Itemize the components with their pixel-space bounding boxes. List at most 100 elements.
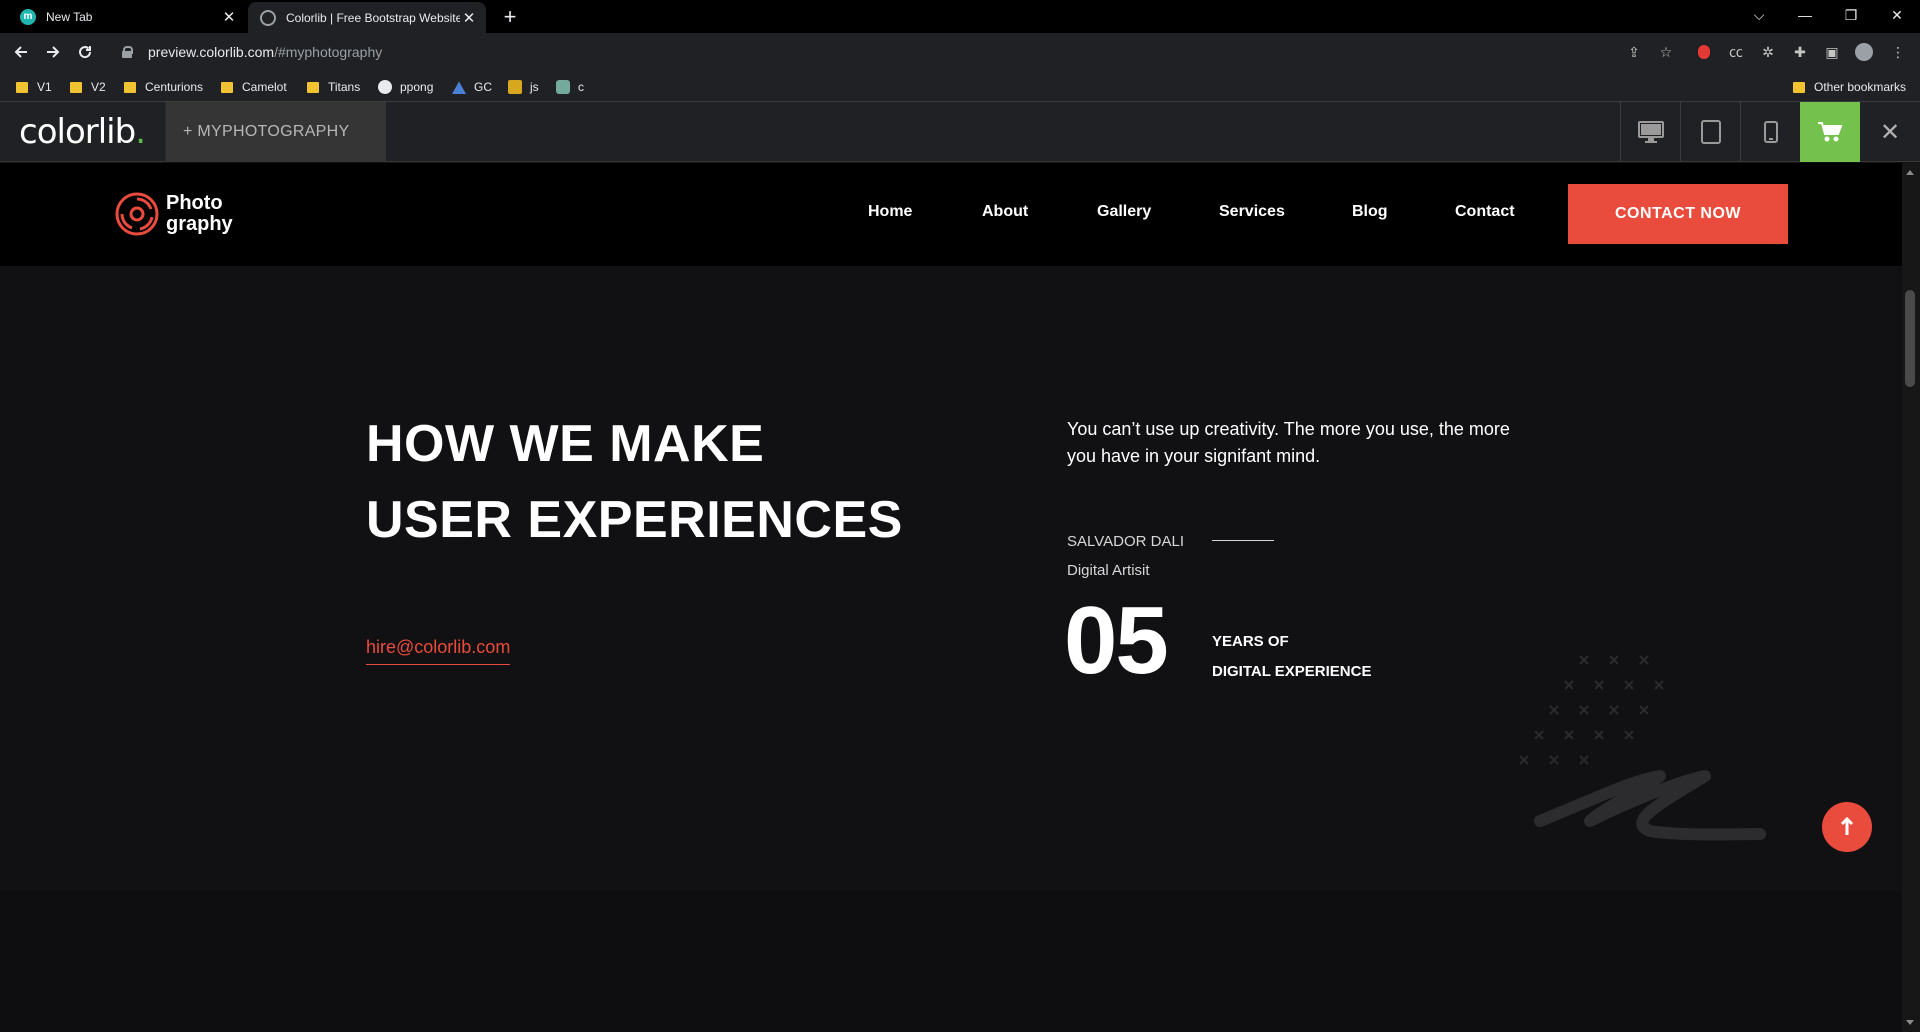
nav-about[interactable]: About	[982, 203, 1028, 221]
bookmark-label: V1	[37, 80, 52, 94]
bookmark-label: ppong	[400, 80, 434, 94]
globe-icon	[260, 9, 276, 26]
bookmark-camelot[interactable]: Camelot	[221, 78, 287, 96]
lock-icon	[122, 46, 133, 58]
nav-contact[interactable]: Contact	[1455, 203, 1515, 221]
logo-line-2: graphy	[166, 213, 233, 235]
cart-icon	[1818, 122, 1843, 142]
globe-icon	[378, 80, 392, 94]
logo-line-1: Photo	[166, 192, 223, 214]
m-icon: m	[20, 8, 36, 25]
desktop-icon	[1637, 121, 1664, 143]
puzzle-icon[interactable]: ✚	[1790, 42, 1810, 62]
other-bookmarks[interactable]: Other bookmarks	[1793, 78, 1906, 96]
extension-red-icon[interactable]	[1694, 42, 1714, 62]
mobile-view-button[interactable]	[1740, 102, 1800, 162]
quote-author: SALVADOR DALI	[1067, 533, 1184, 550]
bookmark-v1[interactable]: V1	[16, 78, 52, 96]
close-icon[interactable]: ✕	[220, 8, 238, 26]
share-icon[interactable]: ⇪	[1624, 42, 1644, 62]
new-tab-button[interactable]: +	[498, 4, 522, 30]
close-icon[interactable]: ✕	[460, 9, 478, 27]
address-bar[interactable]: preview.colorlib.com/#myphotography	[108, 37, 1704, 67]
back-button[interactable]	[8, 39, 34, 65]
scrollbar-thumb[interactable]	[1905, 290, 1915, 387]
scroll-up-arrow-icon[interactable]	[1906, 170, 1914, 175]
profile-avatar-icon[interactable]	[1854, 42, 1874, 62]
tablet-icon	[1700, 120, 1721, 144]
quote-text: You can’t use up creativity. The more yo…	[1067, 419, 1510, 466]
bookmark-label: c	[578, 80, 584, 94]
section-headline: HOW WE MAKE USER EXPERIENCES	[366, 406, 903, 558]
bookmark-label: js	[530, 80, 539, 94]
extension-gear-icon[interactable]: ✲	[1758, 42, 1778, 62]
bookmark-label: Centurions	[145, 80, 204, 94]
logo-dot: .	[135, 112, 146, 152]
reload-icon	[79, 46, 92, 59]
nav-gallery[interactable]: Gallery	[1097, 203, 1151, 221]
folder-icon	[221, 81, 233, 93]
minimize-button[interactable]: —	[1782, 0, 1828, 30]
tab-title: Colorlib | Free Bootstrap Website	[286, 10, 460, 25]
bookmark-titans[interactable]: Titans	[307, 78, 360, 96]
theme-name[interactable]: + MYPHOTOGRAPHY	[183, 123, 349, 141]
window-close-button[interactable]: ✕	[1874, 0, 1920, 30]
hire-email-link[interactable]: hire@colorlib.com	[366, 637, 511, 665]
site-logo[interactable]: Photo graphy	[114, 191, 233, 237]
decorative-scribble-icon	[1519, 655, 1766, 841]
forward-button[interactable]	[40, 39, 66, 65]
aperture-logo-icon	[115, 192, 159, 236]
bookmark-label: Other bookmarks	[1814, 80, 1907, 94]
menu-kebab-icon[interactable]: ⋮	[1888, 42, 1908, 62]
scroll-down-arrow-icon[interactable]	[1906, 1020, 1914, 1025]
reload-button[interactable]	[72, 39, 98, 65]
bookmark-ppong[interactable]: ppong	[378, 78, 433, 96]
tablet-view-button[interactable]	[1680, 102, 1740, 162]
nav-blog[interactable]: Blog	[1352, 203, 1388, 221]
star-icon[interactable]: ☆	[1656, 42, 1676, 62]
bookmark-label: Titans	[328, 80, 361, 94]
tab-colorlib[interactable]: Colorlib | Free Bootstrap Website ✕	[248, 2, 486, 33]
next-section	[0, 891, 1902, 1032]
desktop-view-button[interactable]	[1620, 102, 1680, 162]
site-header: Photo graphy Home About Gallery Services…	[0, 163, 1902, 266]
close-preview-icon[interactable]: ✕	[1860, 102, 1920, 162]
extension-cc-icon[interactable]: ㏄	[1726, 42, 1746, 62]
colorlib-preview-bar: colorlib. + MYPHOTOGRAPHY ✕	[0, 102, 1920, 162]
browser-tab-bar: m New Tab ✕ Colorlib | Free Bootstrap We…	[0, 0, 1920, 33]
arrow-right-icon	[47, 46, 60, 58]
author-role: Digital Artisit	[1067, 562, 1150, 579]
tab-new-tab[interactable]: m New Tab ✕	[10, 0, 246, 33]
side-panel-icon[interactable]: ▣	[1822, 42, 1842, 62]
url-path: /#myphotography	[274, 44, 383, 60]
contact-now-button[interactable]: CONTACT NOW	[1568, 184, 1788, 244]
browser-toolbar: preview.colorlib.com/#myphotography ⇪ ☆ …	[0, 33, 1920, 71]
headline-line-1: HOW WE MAKE	[366, 415, 765, 473]
mountain-icon	[452, 81, 466, 94]
bookmarks-bar: V1 V2 Centurions Camelot Titans ppong GC…	[0, 71, 1920, 102]
bookmark-js[interactable]: js	[508, 78, 539, 96]
mobile-icon	[1763, 121, 1778, 143]
restore-button[interactable]: ❐	[1828, 0, 1874, 30]
about-section: HOW WE MAKE USER EXPERIENCES hire@colorl…	[0, 266, 1902, 891]
tab-title: New Tab	[46, 9, 93, 24]
bookmark-centurions[interactable]: Centurions	[124, 78, 203, 96]
bookmark-gc[interactable]: GC	[452, 78, 492, 96]
crown-icon	[508, 80, 522, 94]
back-to-top-button[interactable]	[1822, 802, 1872, 852]
url-host: preview.colorlib.com	[148, 44, 275, 60]
tab-search-button[interactable]: ⌵	[1736, 0, 1782, 30]
colorlib-logo[interactable]: colorlib.	[19, 112, 146, 152]
site-logo-text: Photo graphy	[166, 193, 233, 235]
headline-line-2: USER EXPERIENCES	[366, 491, 903, 549]
website-viewport: Photo graphy Home About Gallery Services…	[0, 163, 1902, 1032]
nav-services[interactable]: Services	[1219, 203, 1285, 221]
author-divider	[1212, 540, 1274, 541]
arrow-up-icon	[1840, 817, 1854, 835]
nav-home[interactable]: Home	[868, 203, 912, 221]
chat-icon	[556, 80, 570, 94]
bookmark-v2[interactable]: V2	[70, 78, 106, 96]
bookmark-label: Camelot	[242, 80, 287, 94]
bookmark-c[interactable]: c	[556, 78, 584, 96]
buy-button[interactable]	[1800, 102, 1860, 162]
